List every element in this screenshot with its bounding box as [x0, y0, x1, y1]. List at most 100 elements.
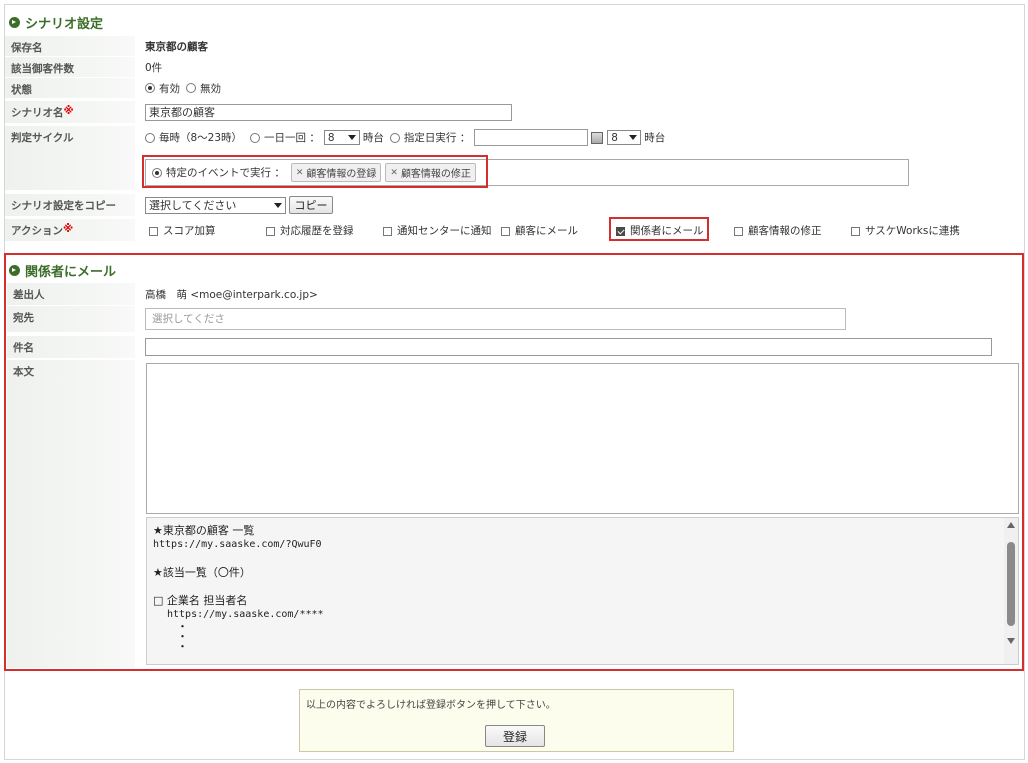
- scenario-name-field-wrap: 東京都の顧客: [135, 101, 1023, 123]
- status-off-radio[interactable]: [186, 83, 196, 93]
- mail-section-title: 関係者にメール: [9, 261, 116, 280]
- date-hour-select[interactable]: 8: [607, 130, 642, 145]
- template-line: https://my.saaske.com/?QwuF0: [153, 539, 322, 550]
- body-label: 本文: [7, 360, 135, 668]
- to-field-wrap: 選択してくださ: [135, 306, 1021, 332]
- count-value: 0件: [145, 61, 163, 74]
- count-label: 該当御客件数: [5, 57, 135, 77]
- cycle-date-radio[interactable]: [389, 132, 400, 143]
- date-input[interactable]: [474, 129, 589, 146]
- from-value: 高橋 萌 <moe@interpark.co.jp>: [145, 288, 318, 301]
- template-content: ★東京都の顧客 一覧 https://my.saaske.com/?QwuF0 …: [153, 524, 324, 652]
- row-subject: 件名: [7, 336, 1021, 358]
- status-on-radio[interactable]: [145, 83, 155, 93]
- action-edit-label: 顧客情報の修正: [748, 225, 822, 237]
- status-off-label: 無効: [200, 82, 221, 95]
- subject-field-wrap: [135, 336, 1021, 358]
- save-name-value: 東京都の顧客: [145, 40, 208, 53]
- action-history-label: 対応履歴を登録: [280, 225, 354, 237]
- submit-button[interactable]: 登録: [485, 725, 545, 747]
- action-notify-checkbox[interactable]: [383, 226, 392, 236]
- cycle-daily-label: 一日一回 ：: [264, 132, 320, 144]
- daily-hour-suffix: 時台: [362, 132, 384, 144]
- daily-hour-select[interactable]: 8: [323, 130, 360, 145]
- copy-label: シナリオ設定をコピー: [5, 194, 135, 216]
- copy-select[interactable]: 選択してください: [145, 196, 286, 214]
- template-blank: [153, 552, 324, 566]
- row-scenario-name: シナリオ名 ※ 東京都の顧客: [5, 101, 1023, 123]
- arrow-circle-icon: [9, 17, 20, 28]
- action-score-checkbox[interactable]: [149, 226, 158, 236]
- copy-select-value: 選択してください: [149, 199, 237, 212]
- template-line: ★該当一覧（〇件）: [153, 566, 251, 579]
- required-mark: ※: [63, 105, 74, 117]
- row-copy: シナリオ設定をコピー 選択してください コピー: [5, 194, 1023, 216]
- action-customer-mail-checkbox[interactable]: [501, 226, 510, 236]
- action-item-works[interactable]: サスケWorksに連携: [851, 223, 960, 238]
- chevron-down-icon: [274, 202, 282, 208]
- action-label: アクション ※: [5, 219, 135, 241]
- confirm-message: 以上の内容でよろしければ登録ボタンを押して下さい。: [306, 700, 556, 711]
- action-works-checkbox[interactable]: [851, 226, 860, 236]
- highlight-staff-mail: [609, 217, 709, 241]
- arrow-circle-icon: [9, 265, 20, 276]
- action-item-edit[interactable]: 顧客情報の修正: [734, 223, 822, 238]
- to-label: 宛先: [7, 306, 135, 332]
- body-area: ★東京都の顧客 一覧 https://my.saaske.com/?QwuF0 …: [135, 360, 1021, 668]
- template-textarea[interactable]: ★東京都の顧客 一覧 https://my.saaske.com/?QwuF0 …: [146, 517, 1019, 665]
- to-input[interactable]: 選択してくださ: [145, 308, 846, 330]
- scenario-name-input[interactable]: 東京都の顧客: [145, 103, 512, 121]
- row-body: 本文 ★東京都の顧客 一覧 https://my.saaske.com/?Qwu…: [7, 360, 1021, 668]
- scrollbar-thumb[interactable]: [1007, 542, 1015, 626]
- scenario-name-label: シナリオ名 ※: [5, 101, 135, 123]
- chevron-down-icon: [629, 135, 638, 140]
- scroll-down-icon[interactable]: [1007, 638, 1015, 644]
- scenario-section-label: シナリオ設定: [25, 17, 104, 32]
- action-item-score[interactable]: スコア加算: [149, 223, 216, 238]
- cycle-label: 判定サイクル: [5, 126, 135, 190]
- status-label: 状態: [5, 78, 135, 98]
- from-label: 差出人: [7, 283, 135, 305]
- copy-controls: 選択してください コピー: [135, 194, 1023, 216]
- action-item-customer-mail[interactable]: 顧客にメール: [501, 223, 578, 238]
- cycle-hourly-label: 毎時（8～23時）: [159, 132, 243, 144]
- cycle-line-1: 毎時（8～23時） 一日一回 ： 8 時台 指定日実行 ： 8 時台: [145, 129, 665, 146]
- status-options: 有効 無効: [135, 78, 1023, 98]
- cycle-hourly-radio[interactable]: [145, 132, 155, 143]
- action-customer-mail-label: 顧客にメール: [515, 225, 578, 237]
- cycle-daily-radio[interactable]: [250, 132, 261, 143]
- row-action: アクション ※ スコア加算 対応履歴を登録 通知センターに通知 顧客にメール 関係…: [5, 219, 1023, 241]
- action-notify-label: 通知センターに通知: [397, 225, 492, 237]
- mail-section-label: 関係者にメール: [25, 265, 117, 280]
- template-line: ★東京都の顧客 一覧: [153, 524, 255, 537]
- action-edit-checkbox[interactable]: [734, 226, 743, 236]
- status-on-label: 有効: [159, 82, 180, 95]
- date-hour-suffix: 時台: [644, 132, 666, 144]
- body-textarea[interactable]: [146, 363, 1019, 514]
- action-item-history[interactable]: 対応履歴を登録: [266, 223, 354, 238]
- subject-input[interactable]: [145, 338, 992, 356]
- scroll-up-icon[interactable]: [1007, 522, 1015, 528]
- required-mark: ※: [62, 223, 74, 235]
- action-works-label: サスケWorksに連携: [865, 225, 960, 237]
- template-line: □ 企業名 担当者名: [153, 594, 248, 607]
- row-save-name: 保存名 東京都の顧客: [5, 36, 1023, 56]
- scenario-section-title: シナリオ設定: [9, 13, 103, 32]
- row-to: 宛先 選択してくださ: [7, 306, 1021, 332]
- date-hour-value: 8: [611, 131, 618, 144]
- daily-hour-value: 8: [327, 131, 335, 144]
- template-blank: [153, 580, 324, 594]
- calendar-icon[interactable]: [591, 131, 604, 144]
- highlight-event-box: [142, 155, 488, 188]
- action-checkboxes: スコア加算 対応履歴を登録 通知センターに通知 顧客にメール 関係者にメール 顧…: [135, 219, 1023, 241]
- scrollbar[interactable]: [1004, 518, 1018, 664]
- row-count: 該当御客件数 0件: [5, 57, 1023, 77]
- row-status: 状態 有効 無効: [5, 78, 1023, 98]
- chevron-down-icon: [347, 135, 356, 140]
- action-history-checkbox[interactable]: [266, 226, 275, 236]
- row-from: 差出人 高橋 萌 <moe@interpark.co.jp>: [7, 283, 1021, 305]
- action-score-label: スコア加算: [163, 225, 216, 237]
- template-dot: ・: [177, 640, 188, 653]
- action-item-notify[interactable]: 通知センターに通知: [383, 223, 492, 238]
- copy-button[interactable]: コピー: [289, 196, 333, 214]
